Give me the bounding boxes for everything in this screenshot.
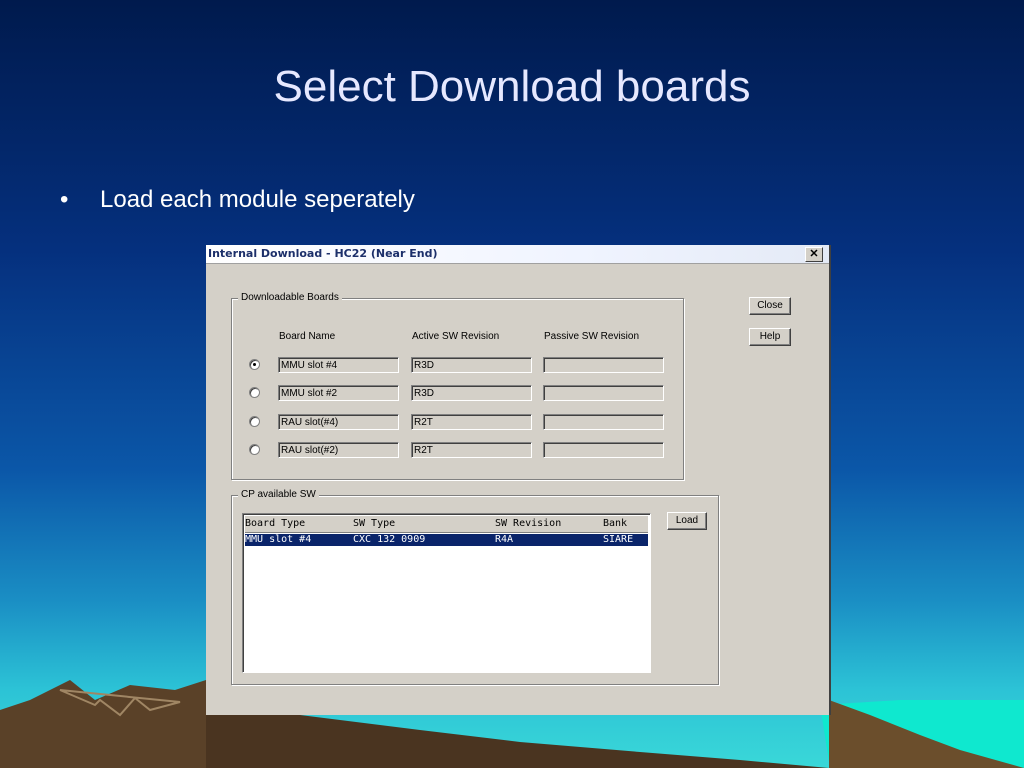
bullet-marker: • [60, 186, 69, 213]
passive-sw-field-4 [543, 442, 664, 458]
active-sw-header: Active SW Revision [412, 331, 500, 342]
help-button[interactable]: Help [749, 328, 791, 346]
downloadable-boards-label: Downloadable Boards [238, 292, 342, 303]
board-name-header: Board Name [279, 331, 336, 342]
board-name-field-4: RAU slot(#2) [278, 442, 399, 458]
bullet-item: • Load each module seperately [60, 186, 415, 214]
board-radio-3[interactable] [249, 416, 260, 427]
passive-sw-field-3 [543, 414, 664, 430]
load-button[interactable]: Load [667, 512, 707, 530]
sw-list-header: Board Type SW Type SW Revision Bank [245, 516, 648, 533]
sw-type-column-header[interactable]: SW Type [353, 518, 395, 529]
board-name-field-2: MMU slot #2 [278, 385, 399, 401]
board-type-column-header[interactable]: Board Type [245, 518, 305, 529]
sw-listbox[interactable]: Board Type SW Type SW Revision Bank MMU … [242, 513, 651, 673]
passive-sw-field-2 [543, 385, 664, 401]
close-button[interactable]: Close [749, 297, 791, 315]
close-icon[interactable]: ✕ [805, 247, 823, 262]
board-name-field-3: RAU slot(#4) [278, 414, 399, 430]
active-sw-field-3: R2T [411, 414, 532, 430]
row-sw-type: CXC 132 0909 [353, 534, 426, 545]
row-sw-revision: R4A [495, 534, 514, 545]
board-radio-2[interactable] [249, 387, 260, 398]
active-sw-field-4: R2T [411, 442, 532, 458]
board-name-field-1: MMU slot #4 [278, 357, 399, 373]
sw-revision-column-header[interactable]: SW Revision [495, 518, 561, 529]
dialog-titlebar[interactable]: Internal Download - HC22 (Near End) ✕ [206, 245, 829, 264]
row-board-type: MMU slot #4 [245, 534, 312, 545]
passive-sw-field-1 [543, 357, 664, 373]
dialog-title: Internal Download - HC22 (Near End) [208, 247, 438, 260]
internal-download-dialog: Internal Download - HC22 (Near End) ✕ Do… [206, 245, 831, 715]
board-radio-1[interactable] [249, 359, 260, 370]
row-bank: SIARE [603, 534, 634, 545]
board-radio-4[interactable] [249, 444, 260, 455]
cp-available-sw-label: CP available SW [238, 489, 319, 500]
active-sw-field-1: R3D [411, 357, 532, 373]
bank-column-header[interactable]: Bank [603, 518, 627, 529]
slide-title: Select Download boards [273, 62, 751, 111]
passive-sw-header: Passive SW Revision [544, 331, 640, 342]
bullet-text: Load each module seperately [100, 186, 415, 213]
active-sw-field-2: R3D [411, 385, 532, 401]
list-item[interactable]: MMU slot #4 CXC 132 0909 R4A SIARE [245, 534, 648, 546]
